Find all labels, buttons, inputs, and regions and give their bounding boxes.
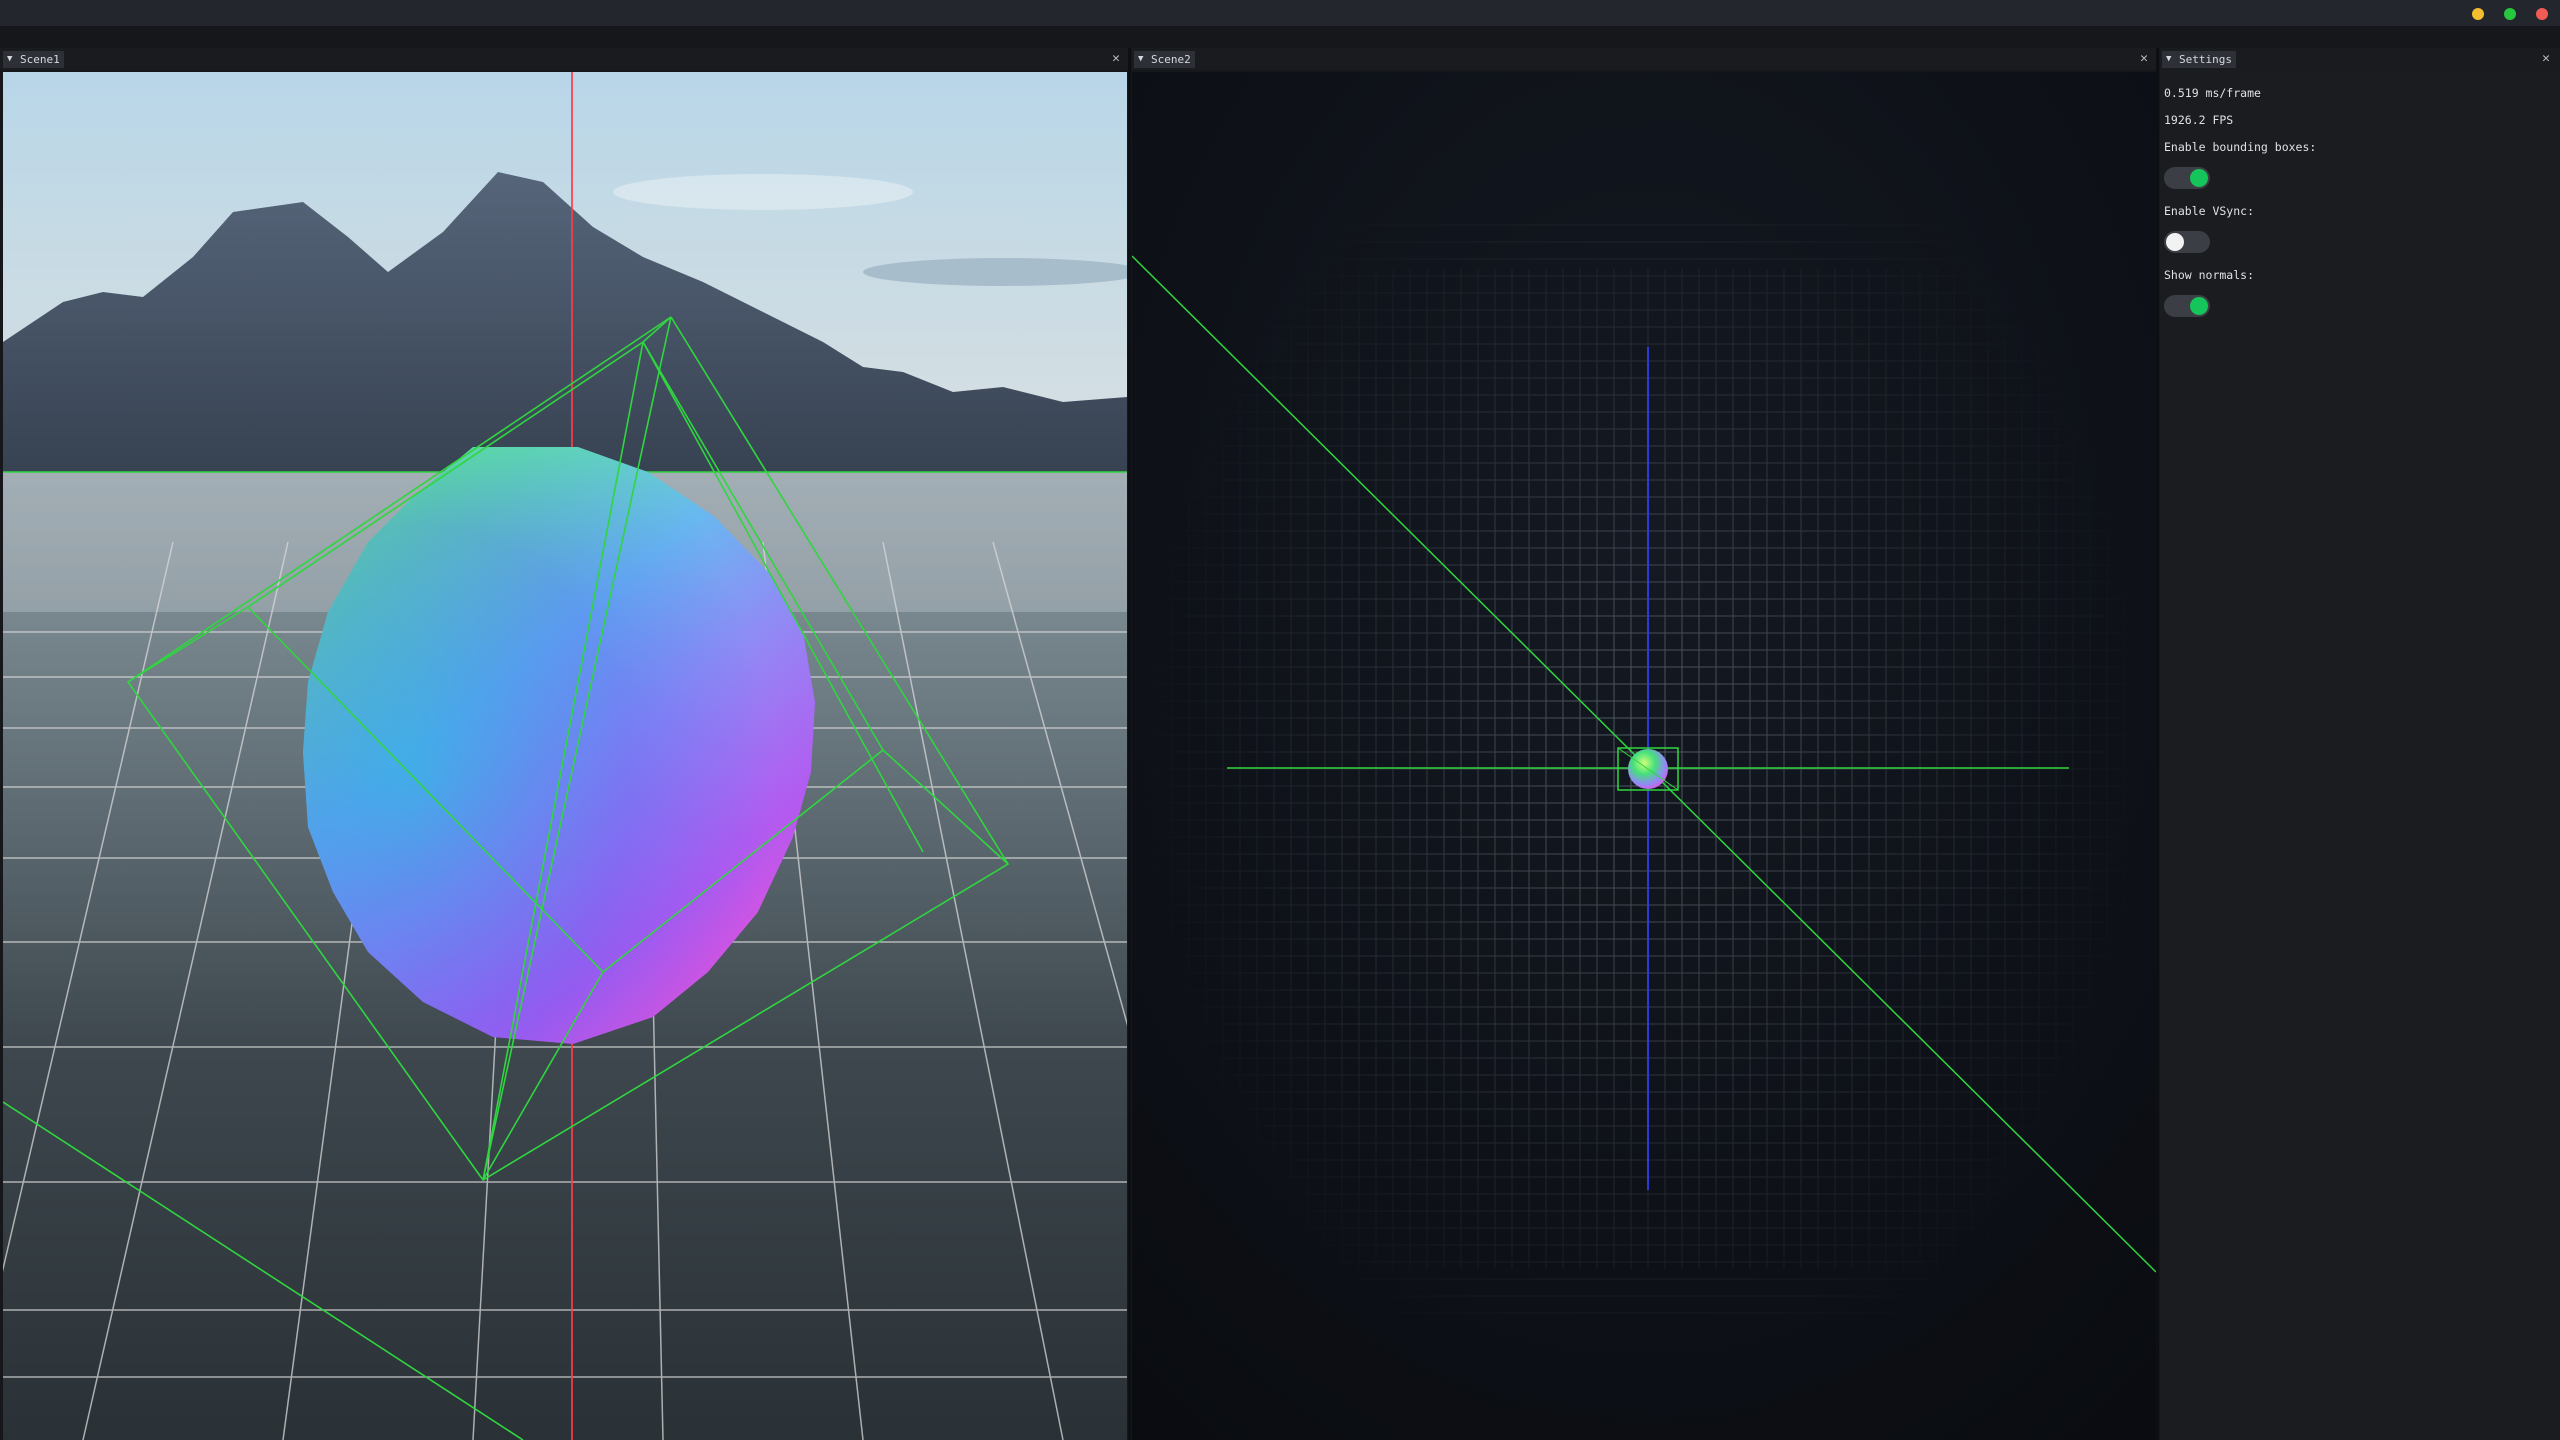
toggle-knob — [2166, 233, 2184, 251]
frame-time-label: 0.519 ms/frame — [2164, 86, 2261, 100]
bounding-boxes-label: Enable bounding boxes: — [2164, 140, 2317, 154]
tab-settings[interactable]: ▼ Settings — [2162, 51, 2236, 68]
tab-label: Scene1 — [20, 53, 60, 66]
close-icon[interactable]: ✕ — [2538, 48, 2554, 70]
close-icon[interactable]: ✕ — [2136, 48, 2152, 70]
scene2-viewport[interactable] — [1132, 72, 2156, 1440]
show-normals-toggle[interactable] — [2164, 295, 2210, 317]
tab-scene1[interactable]: ▼ Scene1 — [3, 51, 64, 68]
close-icon[interactable]: ✕ — [1108, 48, 1124, 70]
bounding-boxes-toggle[interactable] — [2164, 167, 2210, 189]
close-button[interactable] — [2536, 8, 2548, 20]
maximize-button[interactable] — [2504, 8, 2516, 20]
scene1-tabbar — [0, 48, 1128, 70]
minimize-button[interactable] — [2472, 8, 2484, 20]
triangle-down-icon[interactable]: ▼ — [2166, 51, 2171, 68]
toggle-knob — [2190, 297, 2208, 315]
scene2-tabbar — [1132, 48, 2156, 70]
vsync-label: Enable VSync: — [2164, 204, 2255, 218]
toggle-knob — [2190, 169, 2208, 187]
title-bar — [0, 0, 2560, 26]
scene2-render — [1132, 72, 2156, 1440]
panel-divider[interactable] — [1128, 48, 1131, 1440]
vsync-toggle[interactable] — [2164, 231, 2210, 253]
scene1-viewport[interactable] — [3, 72, 1127, 1440]
cloud — [613, 174, 913, 210]
triangle-down-icon[interactable]: ▼ — [7, 51, 12, 68]
tab-label: Scene2 — [1151, 53, 1191, 66]
scene1-render — [3, 72, 1127, 1440]
show-normals-label: Show normals: — [2164, 268, 2255, 282]
panel-divider[interactable] — [2156, 48, 2159, 1440]
tab-scene2[interactable]: ▼ Scene2 — [1134, 51, 1195, 68]
tab-label: Settings — [2179, 53, 2232, 66]
triangle-down-icon[interactable]: ▼ — [1138, 51, 1143, 68]
fps-label: 1926.2 FPS — [2164, 113, 2234, 127]
